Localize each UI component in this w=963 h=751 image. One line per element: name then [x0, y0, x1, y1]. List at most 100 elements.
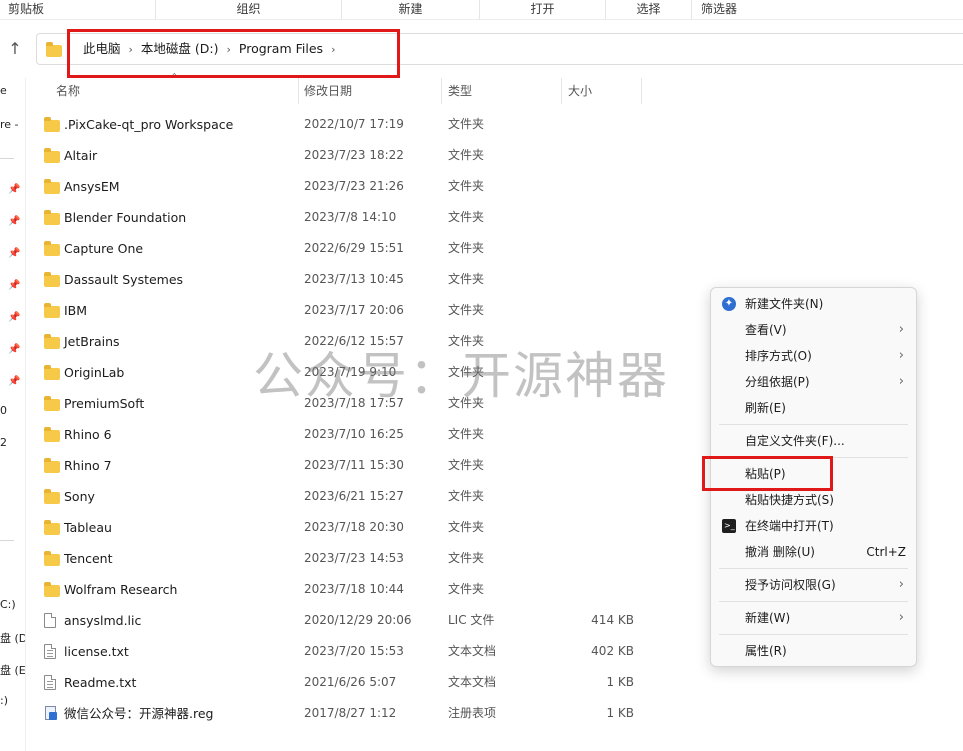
column-divider[interactable]: [298, 78, 299, 104]
nav-item-fragment[interactable]: :): [0, 694, 8, 707]
nav-item-fragment[interactable]: 0: [0, 404, 7, 417]
menu-item-customize-folder[interactable]: 自定义文件夹(F)...: [711, 428, 916, 454]
nav-item-fragment[interactable]: e: [0, 84, 7, 97]
file-name: PremiumSoft: [64, 396, 145, 411]
chevron-right-icon: ›: [898, 577, 904, 592]
file-date: 2023/7/11 15:30: [304, 458, 404, 472]
file-row[interactable]: Rhino 7 2023/7/11 15:30 文件夹: [40, 450, 660, 481]
menu-item-properties[interactable]: 属性(R): [711, 638, 916, 664]
file-name: AnsysEM: [64, 179, 120, 194]
pin-icon[interactable]: 📌: [8, 184, 20, 195]
file-row[interactable]: Blender Foundation 2023/7/8 14:10 文件夹: [40, 202, 660, 233]
column-divider[interactable]: [561, 78, 562, 104]
file-type: 文件夹: [448, 582, 485, 596]
file-name: Wolfram Research: [64, 582, 178, 597]
file-row[interactable]: IBM 2023/7/17 20:06 文件夹: [40, 295, 660, 326]
folder-icon: [44, 241, 60, 259]
file-row[interactable]: Rhino 6 2023/7/10 16:25 文件夹: [40, 419, 660, 450]
ribbon-group-labels: 剪贴板 组织 新建 打开 选择 筛选器: [0, 0, 963, 20]
file-type: 文本文档: [448, 644, 497, 658]
file-type: LIC 文件: [448, 613, 495, 627]
menu-separator: [719, 568, 908, 569]
pin-icon[interactable]: 📌: [8, 248, 20, 259]
file-row[interactable]: license.txt 2023/7/20 15:53 文本文档 402 KB: [40, 636, 660, 667]
file-row[interactable]: Sony 2023/6/21 15:27 文件夹: [40, 481, 660, 512]
column-divider[interactable]: [641, 78, 642, 104]
folder-icon: [44, 458, 60, 476]
up-arrow-icon[interactable]: ↑: [6, 39, 24, 59]
column-divider[interactable]: [441, 78, 442, 104]
ribbon-group-select[interactable]: 选择: [606, 0, 692, 20]
registry-file-icon: [44, 706, 58, 724]
nav-item-fragment[interactable]: re -: [0, 118, 19, 131]
file-date: 2023/6/21 15:27: [304, 489, 404, 503]
menu-item-label: 新建文件夹(N): [745, 297, 824, 311]
ribbon-group-organize[interactable]: 组织: [156, 0, 342, 20]
menu-item-label: 在终端中打开(T): [745, 519, 834, 533]
menu-item-open-in-terminal[interactable]: >_ 在终端中打开(T): [711, 513, 916, 539]
nav-item-fragment[interactable]: 2: [0, 436, 7, 449]
text-file-icon: [44, 675, 56, 693]
file-type: 文件夹: [448, 179, 485, 193]
file-row[interactable]: Dassault Systemes 2023/7/13 10:45 文件夹: [40, 264, 660, 295]
file-row[interactable]: Tableau 2023/7/18 20:30 文件夹: [40, 512, 660, 543]
file-name: JetBrains: [64, 334, 120, 349]
menu-item-view[interactable]: 查看(V) ›: [711, 317, 916, 343]
file-date: 2022/6/29 15:51: [304, 241, 404, 255]
menu-item-label: 授予访问权限(G): [745, 578, 836, 592]
file-type: 文件夹: [448, 241, 485, 255]
terminal-icon: >_: [722, 519, 736, 533]
chevron-right-icon: ›: [898, 374, 904, 389]
folder-icon: [44, 303, 60, 321]
pin-icon[interactable]: 📌: [8, 344, 20, 355]
file-date: 2023/7/23 21:26: [304, 179, 404, 193]
column-header-date[interactable]: 修改日期: [304, 78, 434, 104]
file-name: Rhino 7: [64, 458, 112, 473]
folder-icon: [44, 117, 60, 135]
file-row[interactable]: .PixCake-qt_pro Workspace 2022/10/7 17:19…: [40, 109, 660, 140]
ribbon-group-clipboard[interactable]: 剪贴板: [0, 0, 156, 20]
text-file-icon: [44, 644, 56, 662]
file-type: 文本文档: [448, 675, 497, 689]
file-date: 2017/8/27 1:12: [304, 706, 397, 720]
menu-item-label: 查看(V): [745, 323, 787, 337]
folder-icon: [44, 396, 60, 414]
menu-separator: [719, 601, 908, 602]
nav-item-fragment[interactable]: 盘 (D: [0, 630, 25, 646]
file-name: license.txt: [64, 644, 129, 659]
ribbon-group-new[interactable]: 新建: [342, 0, 480, 20]
file-type: 文件夹: [448, 551, 485, 565]
file-row[interactable]: Tencent 2023/7/23 14:53 文件夹: [40, 543, 660, 574]
menu-item-new[interactable]: 新建(W) ›: [711, 605, 916, 631]
menu-item-sort[interactable]: 排序方式(O) ›: [711, 343, 916, 369]
ribbon-group-open[interactable]: 打开: [480, 0, 606, 20]
menu-item-refresh[interactable]: 刷新(E): [711, 395, 916, 421]
file-row[interactable]: 微信公众号：开源神器.reg 2017/8/27 1:12 注册表项 1 KB: [40, 698, 660, 729]
folder-icon: [46, 42, 62, 57]
menu-item-group-by[interactable]: 分组依据(P) ›: [711, 369, 916, 395]
menu-item-give-access[interactable]: 授予访问权限(G) ›: [711, 572, 916, 598]
file-row[interactable]: ansyslmd.lic 2020/12/29 20:06 LIC 文件 414 KB: [40, 605, 660, 636]
file-row[interactable]: Readme.txt 2021/6/26 5:07 文本文档 1 KB: [40, 667, 660, 698]
pin-icon[interactable]: 📌: [8, 312, 20, 323]
ribbon-group-filter[interactable]: 筛选器: [692, 0, 746, 20]
file-type: 文件夹: [448, 117, 485, 131]
file-date: 2023/7/8 14:10: [304, 210, 397, 224]
file-name: ansyslmd.lic: [64, 613, 142, 628]
nav-item-fragment[interactable]: 盘 (E: [0, 662, 25, 678]
file-row[interactable]: Wolfram Research 2023/7/18 10:44 文件夹: [40, 574, 660, 605]
pin-icon[interactable]: 📌: [8, 216, 20, 227]
file-row[interactable]: AnsysEM 2023/7/23 21:26 文件夹: [40, 171, 660, 202]
column-header-name[interactable]: 名称: [56, 78, 296, 104]
nav-item-fragment[interactable]: C:): [0, 598, 16, 611]
file-row[interactable]: Capture One 2022/6/29 15:51 文件夹: [40, 233, 660, 264]
pin-icon[interactable]: 📌: [8, 376, 20, 387]
pin-icon[interactable]: 📌: [8, 280, 20, 291]
file-name: Readme.txt: [64, 675, 137, 690]
navigation-pane: e re - 📌 📌 📌 📌 📌 📌 📌 0 2 C:) 盘 (D 盘 (E :…: [0, 78, 26, 751]
file-row[interactable]: Altair 2023/7/23 18:22 文件夹: [40, 140, 660, 171]
column-header-type[interactable]: 类型: [448, 78, 558, 104]
menu-item-undo-delete[interactable]: 撤消 删除(U) Ctrl+Z: [711, 539, 916, 565]
column-header-size[interactable]: 大小: [568, 78, 638, 104]
menu-item-new-folder[interactable]: ✦ 新建文件夹(N): [711, 291, 916, 317]
